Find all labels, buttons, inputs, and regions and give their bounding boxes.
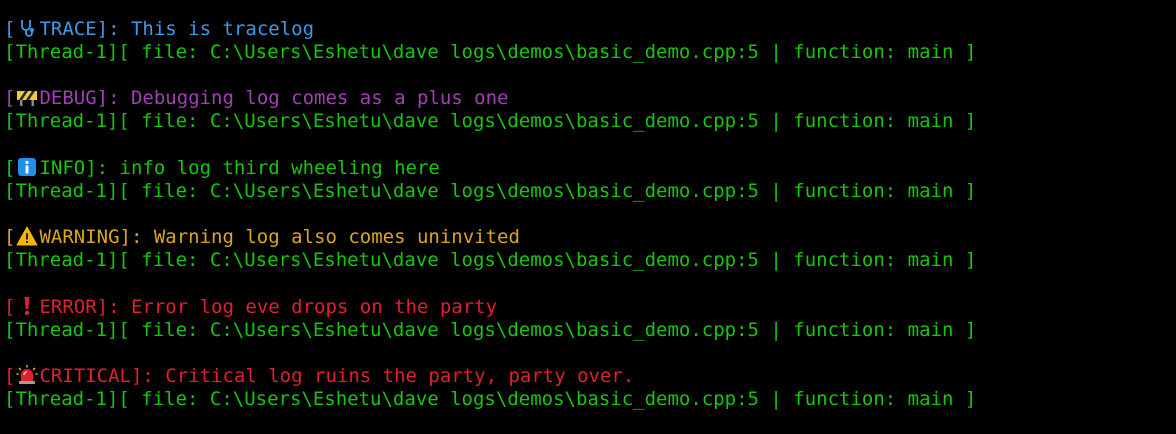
bracket-close: ]:	[85, 156, 120, 179]
log-header: [ INFO]: info log third wheeling here	[4, 157, 1176, 180]
log-level: WARNING	[39, 226, 120, 249]
log-meta: [Thread-1][ file: C:\Users\Eshetu\dave l…	[4, 318, 977, 341]
log-entry-trace: [ TRACE]: This is tracelog [Thread-1][ fi…	[4, 18, 1176, 87]
log-message: Warning log also comes uninvited	[153, 226, 520, 249]
log-entry-debug: [ DEBUG]: Debugging log comes as a plus o…	[4, 87, 1176, 156]
bracket-close: ]:	[96, 87, 131, 110]
log-meta: [Thread-1][ file: C:\Users\Eshetu\dave l…	[4, 249, 977, 272]
log-message: This is tracelog	[130, 18, 315, 40]
log-meta: [Thread-1][ file: C:\Users\Eshetu\dave l…	[4, 110, 977, 133]
log-header: [ ERROR]: Error log eve drops on the part…	[4, 296, 1176, 319]
log-header: [ TRACE]: This is tracelog	[4, 18, 1176, 41]
log-level: TRACE	[39, 18, 97, 40]
info-icon	[15, 157, 39, 177]
bracket-open: [	[4, 226, 16, 249]
bracket-close: ]:	[130, 364, 166, 387]
log-meta: [Thread-1][ file: C:\Users\Eshetu\dave l…	[4, 179, 977, 202]
log-level: INFO	[39, 156, 86, 179]
bracket-open: [	[4, 295, 16, 318]
log-header: [ DEBUG]: Debugging log comes as a plus o…	[4, 87, 1176, 110]
bracket-open: [	[4, 156, 16, 179]
bracket-open: [	[4, 87, 16, 110]
log-entry-critical: [ CRITICAL]: Critical log ruins the party…	[4, 364, 1176, 434]
exclamation-icon	[15, 296, 39, 316]
log-entry-warning: [ WARNING]: Warning log also comes uninvi…	[4, 226, 1176, 295]
bracket-open: [	[4, 364, 16, 387]
terminal-output: [ TRACE]: This is tracelog [Thread-1][ fi…	[0, 0, 1176, 429]
warning-icon	[15, 226, 39, 246]
stethoscope-icon	[15, 18, 39, 38]
log-level: DEBUG	[39, 87, 97, 110]
construction-barrier-icon	[15, 87, 39, 107]
log-level: CRITICAL	[39, 364, 131, 387]
log-entry-info: [ INFO]: info log third wheeling here [Th…	[4, 157, 1176, 226]
log-message: Error log eve drops on the party	[130, 295, 498, 318]
bracket-close: ]:	[96, 295, 131, 318]
bracket-close: ]:	[119, 226, 154, 249]
log-message: Critical log ruins the party, party over…	[165, 364, 635, 387]
bracket-close: ]:	[96, 18, 131, 40]
log-message: Debugging log comes as a plus one	[130, 87, 509, 110]
log-meta: [Thread-1][ file: C:\Users\Eshetu\dave l…	[4, 387, 977, 410]
log-level: ERROR	[39, 295, 97, 318]
bracket-open: [	[4, 18, 16, 40]
log-header: [ CRITICAL]: Critical log ruins the party…	[4, 364, 1176, 388]
log-meta: [Thread-1][ file: C:\Users\Eshetu\dave l…	[4, 41, 977, 63]
log-message: info log third wheeling here	[119, 156, 440, 179]
log-header: [ WARNING]: Warning log also comes uninvi…	[4, 226, 1176, 249]
log-entry-error: [ ERROR]: Error log eve drops on the part…	[4, 296, 1176, 365]
siren-icon	[15, 364, 39, 385]
